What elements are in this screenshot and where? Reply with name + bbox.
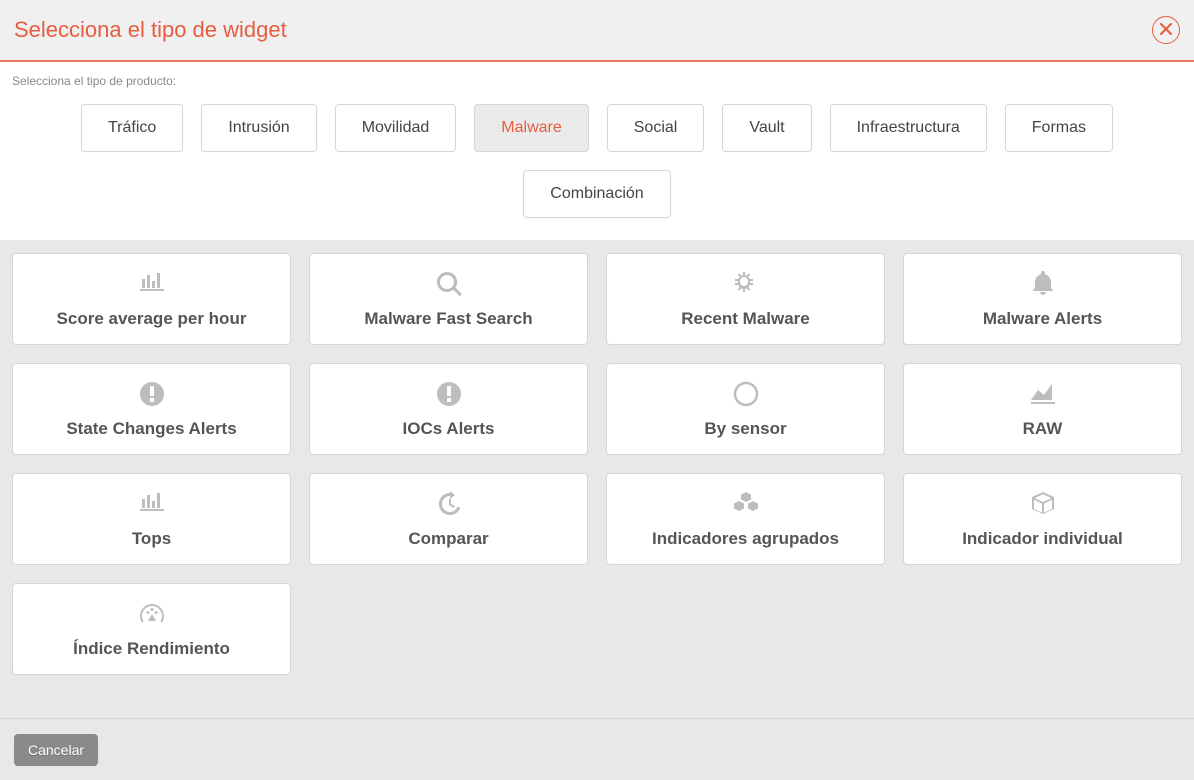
close-button[interactable] (1152, 16, 1180, 44)
widget-card[interactable]: By sensor (606, 363, 885, 455)
search-icon (434, 269, 464, 299)
widget-card[interactable]: Comparar (309, 473, 588, 565)
product-chip-tráfico[interactable]: Tráfico (81, 104, 183, 152)
widget-label: By sensor (704, 419, 786, 439)
widget-grid: Score average per hour Malware Fast Searc… (0, 241, 1194, 718)
widget-card[interactable]: IOCs Alerts (309, 363, 588, 455)
bar-chart-icon (137, 489, 167, 519)
cancel-button[interactable]: Cancelar (14, 734, 98, 766)
widget-card[interactable]: Score average per hour (12, 253, 291, 345)
cube-icon (1028, 489, 1058, 519)
product-chip-intrusión[interactable]: Intrusión (201, 104, 316, 152)
widget-label: Índice Rendimiento (73, 639, 230, 659)
widget-card[interactable]: Indicadores agrupados (606, 473, 885, 565)
widget-label: Tops (132, 529, 171, 549)
exclamation-circle-icon (434, 379, 464, 409)
widget-card[interactable]: State Changes Alerts (12, 363, 291, 455)
widget-card[interactable]: Tops (12, 473, 291, 565)
widget-label: IOCs Alerts (403, 419, 495, 439)
bar-chart-icon (137, 269, 167, 299)
modal-title: Selecciona el tipo de widget (14, 17, 287, 43)
history-icon (434, 489, 464, 519)
bug-icon (731, 269, 761, 299)
widget-card[interactable]: Malware Alerts (903, 253, 1182, 345)
product-type-row: Tráfico Intrusión Movilidad Malware Social Va… (12, 104, 1182, 218)
product-type-section: Selecciona el tipo de producto: Tráfico I… (0, 62, 1194, 241)
product-chip-infraestructura[interactable]: Infraestructura (830, 104, 987, 152)
bell-icon (1028, 269, 1058, 299)
modal-header: Selecciona el tipo de widget (0, 0, 1194, 62)
widget-card[interactable]: RAW (903, 363, 1182, 455)
widget-label: Malware Fast Search (364, 309, 532, 329)
widget-label: Indicador individual (962, 529, 1123, 549)
widget-card[interactable]: Recent Malware (606, 253, 885, 345)
modal-footer: Cancelar (0, 718, 1194, 780)
gauge-icon (137, 599, 167, 629)
product-chip-combinación[interactable]: Combinación (523, 170, 670, 218)
widget-card[interactable]: Indicador individual (903, 473, 1182, 565)
widget-label: RAW (1023, 419, 1063, 439)
product-chip-social[interactable]: Social (607, 104, 705, 152)
widget-card[interactable]: Malware Fast Search (309, 253, 588, 345)
product-chip-vault[interactable]: Vault (722, 104, 811, 152)
widget-label: Malware Alerts (983, 309, 1102, 329)
product-chip-malware[interactable]: Malware (474, 104, 588, 152)
widget-label: Score average per hour (57, 309, 247, 329)
close-icon (1160, 23, 1172, 37)
area-chart-icon (1028, 379, 1058, 409)
cubes-icon (731, 489, 761, 519)
widget-label: Indicadores agrupados (652, 529, 839, 549)
widget-label: Comparar (408, 529, 488, 549)
widget-label: State Changes Alerts (66, 419, 236, 439)
widget-label: Recent Malware (681, 309, 810, 329)
product-chip-formas[interactable]: Formas (1005, 104, 1113, 152)
product-type-label: Selecciona el tipo de producto: (12, 74, 1182, 88)
product-chip-movilidad[interactable]: Movilidad (335, 104, 457, 152)
widget-card[interactable]: Índice Rendimiento (12, 583, 291, 675)
circle-outline-icon (731, 379, 761, 409)
exclamation-circle-icon (137, 379, 167, 409)
